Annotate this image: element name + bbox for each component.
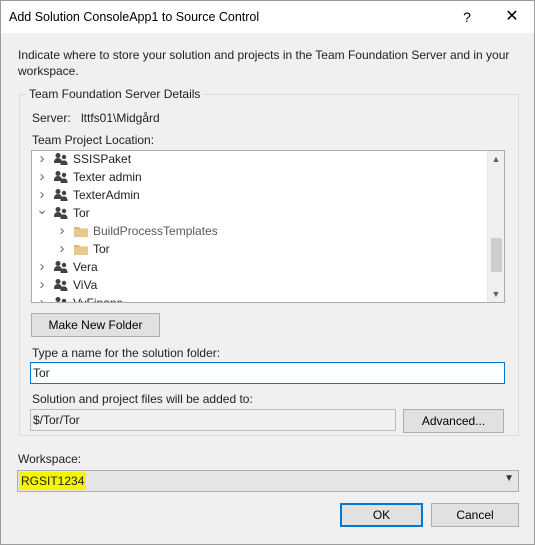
team-project-icon — [54, 207, 68, 219]
advanced-button[interactable]: Advanced... — [403, 409, 504, 433]
team-project-icon — [54, 189, 68, 201]
team-project-icon — [54, 171, 68, 183]
chevron-right-icon[interactable]: › — [36, 169, 48, 184]
server-details-group-title: Team Foundation Server Details — [26, 87, 204, 101]
tree-item[interactable]: › ViVa — [32, 276, 487, 294]
team-project-tree[interactable]: › SSISPaket › Texter admin › TexterAdmin ⌄ Tor ›… — [31, 150, 505, 303]
tree-item[interactable]: › Tor — [32, 240, 487, 258]
scroll-thumb[interactable] — [491, 238, 502, 272]
tree-item-label: Vera — [73, 260, 98, 274]
help-button[interactable]: ? — [444, 1, 490, 33]
dialog-title: Add Solution ConsoleApp1 to Source Contr… — [9, 10, 260, 24]
folder-icon — [74, 227, 88, 237]
chevron-right-icon[interactable]: › — [36, 277, 48, 292]
chevron-right-icon[interactable]: › — [36, 259, 48, 274]
scroll-up-arrow[interactable]: ▲ — [488, 151, 504, 167]
chevron-right-icon[interactable]: › — [36, 187, 48, 202]
tree-item-label: TexterAdmin — [73, 188, 140, 202]
tree-item-label: ViVa — [73, 278, 98, 292]
ok-button[interactable]: OK — [340, 503, 423, 527]
title-bar: Add Solution ConsoleApp1 to Source Contr… — [1, 1, 534, 33]
folder-icon — [74, 245, 88, 255]
tree-item-label: SSISPaket — [73, 152, 132, 166]
chevron-right-icon[interactable]: › — [56, 223, 68, 238]
server-value: lttfs01\Midgård — [81, 111, 160, 125]
tree-scrollbar[interactable]: ▲ ▼ — [487, 151, 504, 302]
instructions-text: Indicate where to store your solution an… — [18, 48, 510, 78]
chevron-right-icon[interactable]: › — [56, 241, 68, 256]
target-path-label: Solution and project files will be added… — [32, 392, 253, 406]
tree-item[interactable]: › Texter admin — [32, 168, 487, 186]
chevron-down-icon: ▼ — [504, 473, 514, 484]
workspace-label: Workspace: — [18, 452, 82, 466]
chevron-down-icon[interactable]: ⌄ — [36, 202, 48, 216]
workspace-select-value: RGSIT1234 — [19, 472, 87, 490]
tree-item[interactable]: › BuildProcessTemplates — [32, 222, 487, 240]
tree-item[interactable]: › TexterAdmin — [32, 186, 487, 204]
chevron-right-icon[interactable]: › — [36, 295, 48, 302]
scroll-down-arrow[interactable]: ▼ — [488, 286, 504, 302]
tree-item[interactable]: ⌄ Tor — [32, 202, 487, 222]
server-label: Server: — [32, 111, 71, 125]
tree-item-label: BuildProcessTemplates — [93, 224, 218, 238]
add-to-source-control-dialog: Add Solution ConsoleApp1 to Source Contr… — [0, 0, 535, 545]
workspace-select[interactable]: RGSIT1234 ▼ — [17, 470, 519, 492]
target-path-field: $/Tor/Tor — [30, 409, 396, 431]
tree-item[interactable]: › SSISPaket — [32, 151, 487, 168]
solution-folder-label: Type a name for the solution folder: — [32, 346, 221, 360]
tree-item-label: Tor — [93, 242, 110, 256]
team-project-location-label: Team Project Location: — [32, 133, 155, 147]
cancel-button[interactable]: Cancel — [431, 503, 519, 527]
tree-item-label: Texter admin — [73, 170, 142, 184]
close-button[interactable]: ✕ — [489, 1, 535, 33]
team-project-icon — [54, 261, 68, 273]
tree-item[interactable]: › VyFinans — [32, 294, 487, 303]
tree-item-label: VyFinans — [73, 296, 123, 303]
chevron-right-icon[interactable]: › — [36, 151, 48, 166]
team-project-icon — [54, 279, 68, 291]
team-project-icon — [55, 297, 67, 302]
make-new-folder-button[interactable]: Make New Folder — [31, 313, 160, 337]
tree-item-label: Tor — [73, 206, 90, 220]
tree-item[interactable]: › Vera — [32, 258, 487, 276]
team-project-icon — [54, 153, 68, 165]
solution-folder-input[interactable]: Tor — [30, 362, 505, 384]
